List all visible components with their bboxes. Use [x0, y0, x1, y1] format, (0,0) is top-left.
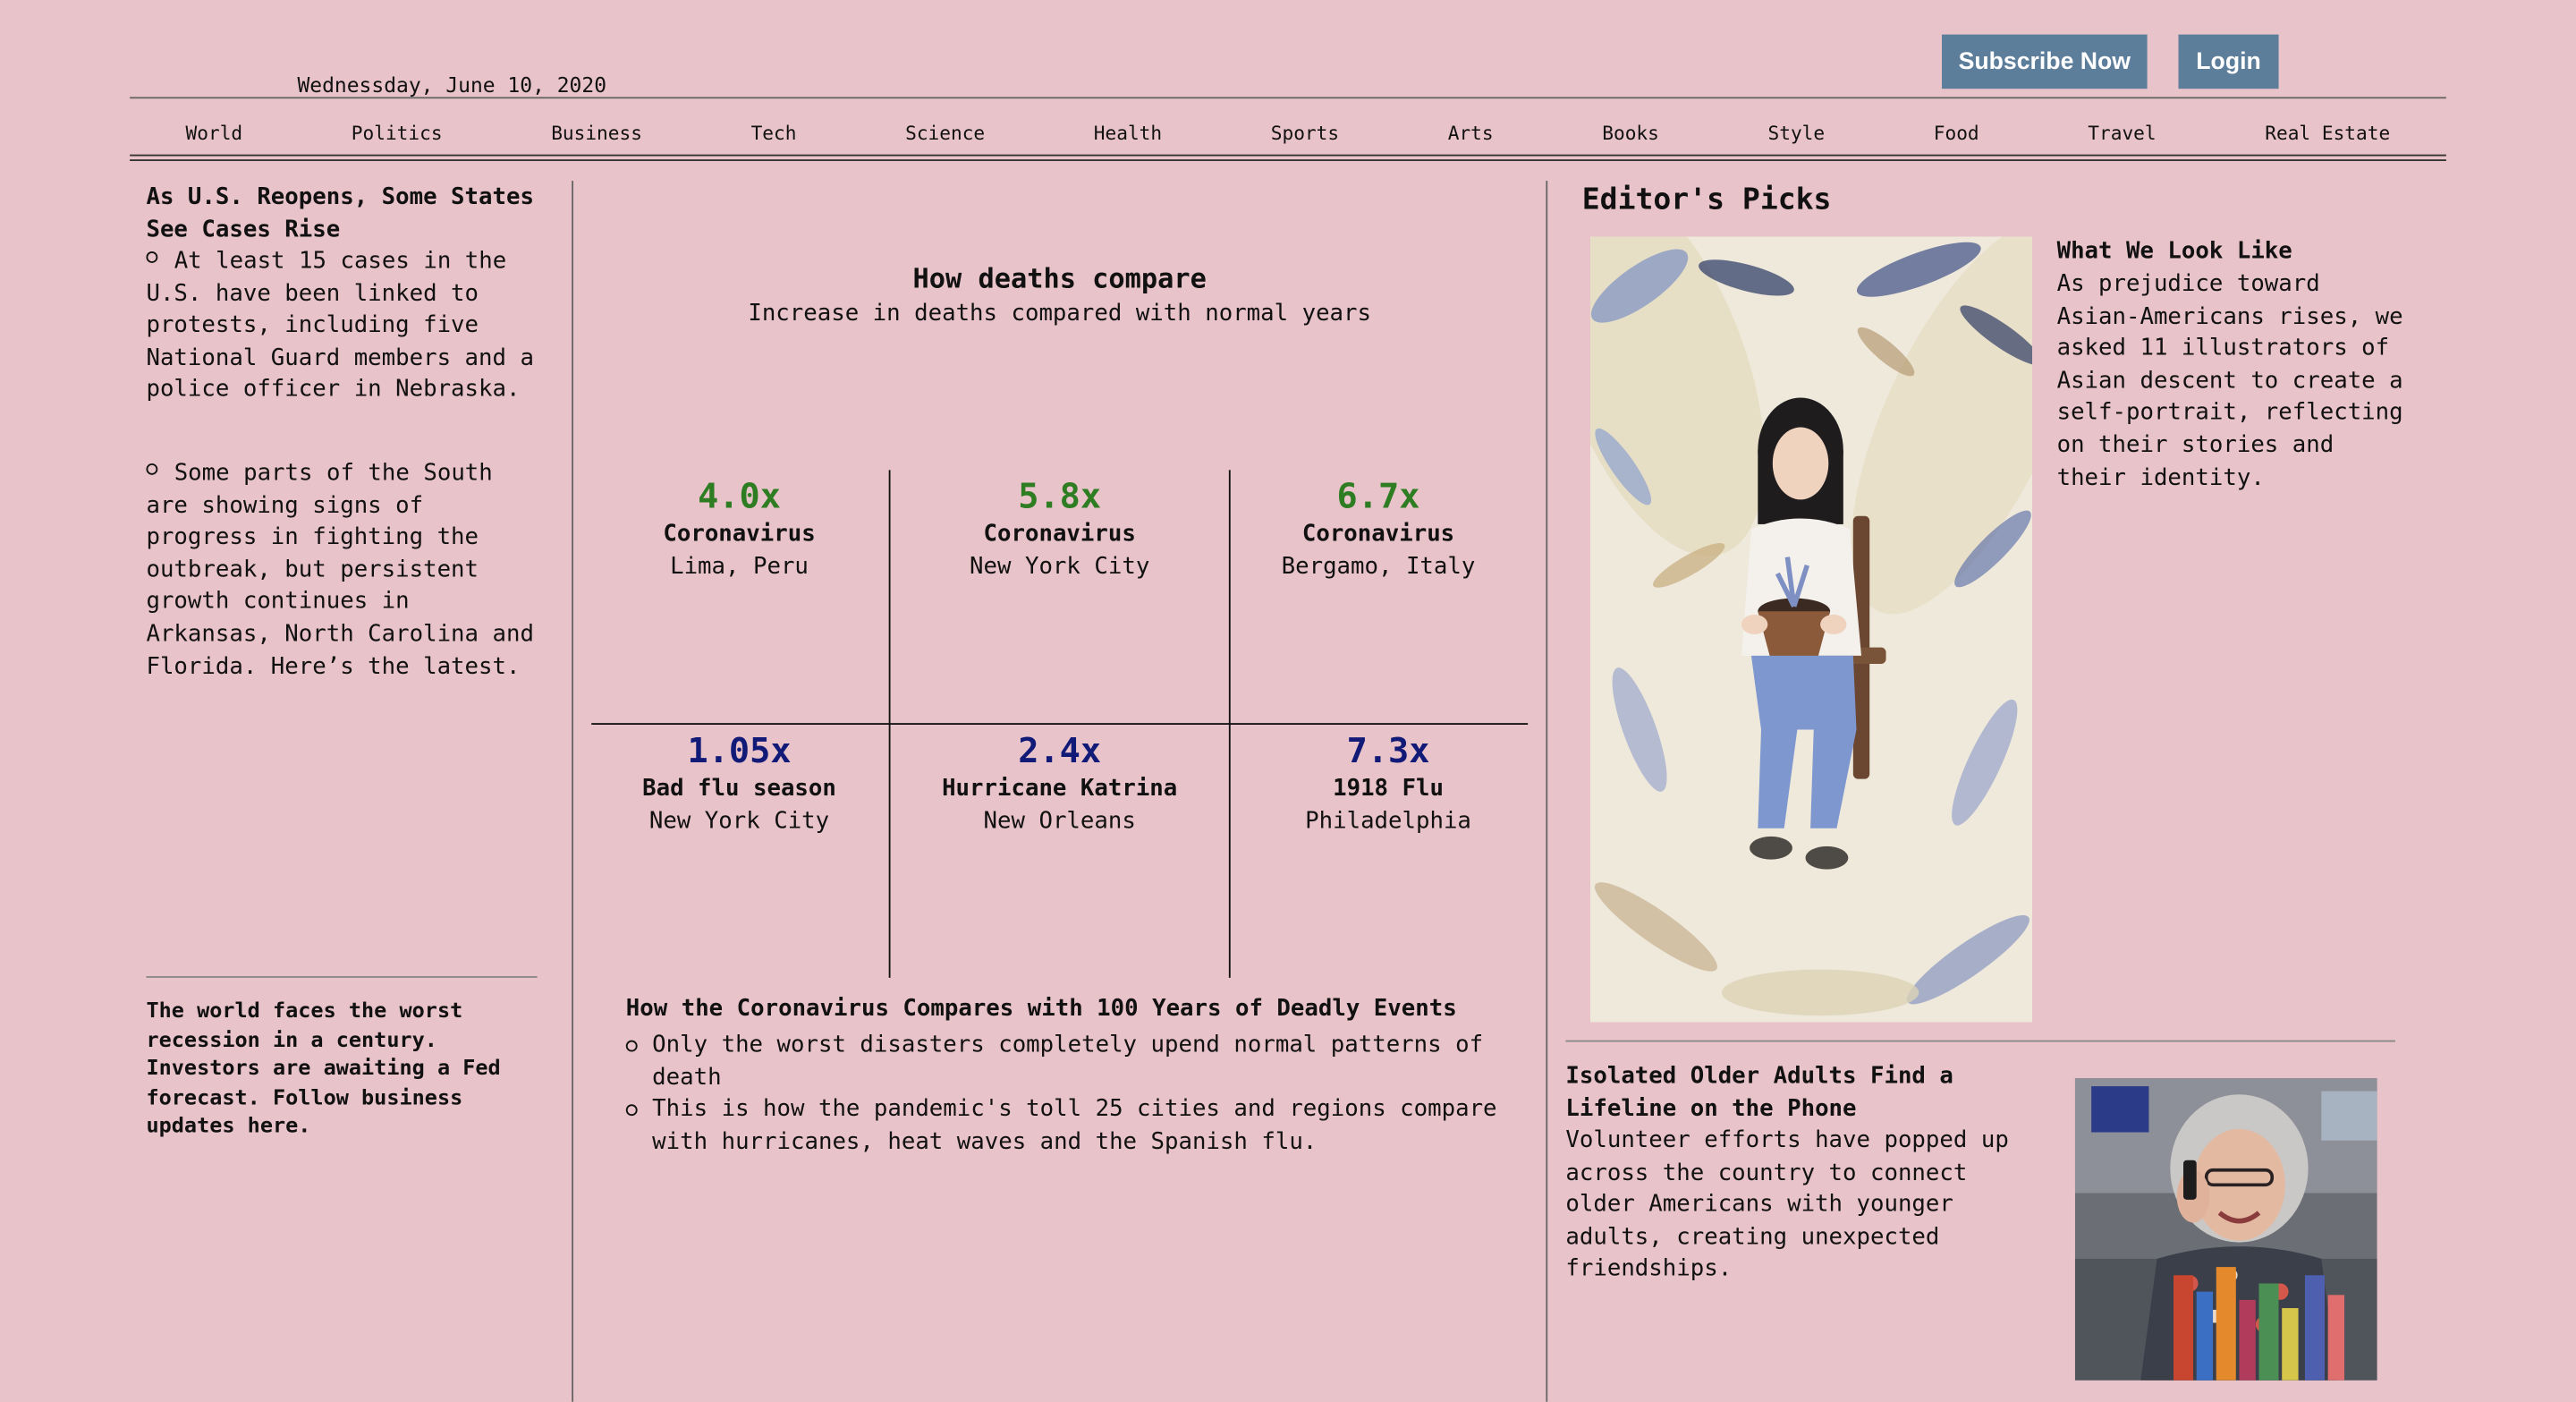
comparison-cell: 5.8x Coronavirus New York City — [920, 475, 1199, 583]
bullet-icon — [146, 251, 158, 263]
lead-story-bullet: Some parts of the South are showing sign… — [146, 460, 534, 680]
nav-item-travel[interactable]: Travel — [2088, 122, 2156, 145]
recession-brief[interactable]: The world faces the worst recession in a… — [146, 998, 540, 1142]
pick-headline-older-adults[interactable]: Isolated Older Adults Find a Lifeline on… — [1565, 1062, 2042, 1126]
nav-item-tech[interactable]: Tech — [751, 122, 797, 145]
chart-title: How deaths compare — [912, 262, 1207, 294]
comparison-location: New York City — [970, 553, 1150, 581]
lead-story-bullet-list-2: Some parts of the South are showing sign… — [146, 458, 540, 684]
pick-summary: As prejudice toward Asian-Americans rise… — [2056, 271, 2403, 491]
column-divider-left — [572, 181, 574, 1402]
nav-item-world[interactable]: World — [186, 122, 243, 145]
nav-item-real-estate[interactable]: Real Estate — [2265, 122, 2390, 145]
comparison-value: 5.8x — [1018, 476, 1102, 516]
nav-item-food[interactable]: Food — [1934, 122, 1979, 145]
comparison-location: New York City — [648, 808, 830, 836]
header-divider — [130, 97, 2446, 99]
comparison-label: Hurricane Katrina — [942, 775, 1178, 803]
nav-item-style[interactable]: Style — [1768, 122, 1826, 145]
lead-story-bullet: At least 15 cases in the U.S. have been … — [146, 248, 534, 404]
nav-item-books[interactable]: Books — [1602, 122, 1659, 145]
feature-bullet-list: Only the worst disasters completely upen… — [625, 1031, 1513, 1160]
comparison-cell: 2.4x Hurricane Katrina New Orleans — [920, 730, 1199, 838]
grid-hline — [591, 723, 1529, 725]
comparison-cell: 1.05x Bad flu season New York City — [599, 730, 878, 838]
illustration-image — [1589, 236, 2033, 1023]
section-nav: World Politics Business Tech Science Hea… — [130, 122, 2446, 145]
lead-story-bullet-list: At least 15 cases in the U.S. have been … — [146, 247, 540, 408]
nav-item-arts[interactable]: Arts — [1448, 122, 1494, 145]
nav-item-health[interactable]: Health — [1094, 122, 1162, 145]
comparison-location: Philadelphia — [1305, 808, 1471, 836]
comparison-label: Coronavirus — [983, 521, 1136, 548]
nav-item-science[interactable]: Science — [905, 122, 985, 145]
editors-picks-heading: Editor's Picks — [1581, 182, 1832, 217]
column-divider-right — [1546, 181, 1548, 1402]
comparison-location: New Orleans — [983, 808, 1136, 836]
page: Wednessday, June 10, 2020 Subscribe Now … — [0, 0, 2576, 1402]
comparison-cell: 4.0x Coronavirus Lima, Peru — [599, 475, 878, 583]
comparison-cell: 6.7x Coronavirus Bergamo, Italy — [1239, 475, 1518, 583]
bullet-icon — [146, 463, 158, 475]
pick-summary: Volunteer efforts have popped up across … — [1565, 1126, 2009, 1283]
comparison-location: Bergamo, Italy — [1281, 553, 1476, 581]
comparison-value: 6.7x — [1336, 476, 1420, 516]
feature-bullet: Only the worst disasters completely upen… — [625, 1031, 1513, 1095]
bullet-icon — [625, 1040, 638, 1052]
right-divider — [1565, 1040, 2395, 1042]
nav-rule-bottom — [130, 159, 2446, 161]
feature-headline[interactable]: How the Coronavirus Compares with 100 Ye… — [626, 996, 1457, 1022]
comparison-value: 2.4x — [1018, 731, 1102, 771]
subscribe-button[interactable]: Subscribe Now — [1942, 34, 2148, 89]
comparison-label: Bad flu season — [642, 775, 836, 803]
pick-headline-what-we-look-like[interactable]: What We Look Like — [2057, 238, 2292, 264]
bullet-icon — [625, 1104, 638, 1117]
comparison-value: 4.0x — [698, 476, 781, 516]
nav-item-business[interactable]: Business — [551, 122, 642, 145]
left-divider — [146, 976, 538, 978]
older-adult-phone-photo[interactable] — [2074, 1077, 2377, 1381]
comparison-label: Coronavirus — [1301, 521, 1455, 548]
nav-rule-top — [130, 154, 2446, 157]
chart-subtitle: Increase in deaths compared with normal … — [748, 301, 1372, 327]
comparison-cell: 7.3x 1918 Flu Philadelphia — [1249, 730, 1528, 838]
comparison-location: Lima, Peru — [670, 553, 809, 581]
feature-bullet: This is how the pandemic's toll 25 citie… — [625, 1095, 1513, 1160]
login-button[interactable]: Login — [2178, 34, 2279, 89]
comparison-value: 7.3x — [1346, 731, 1430, 771]
self-portrait-illustration[interactable] — [1589, 236, 2033, 1023]
photo-image — [2074, 1077, 2377, 1381]
nav-item-sports[interactable]: Sports — [1271, 122, 1339, 145]
comparison-value: 1.05x — [687, 731, 792, 771]
comparison-label: Coronavirus — [663, 521, 816, 548]
lead-story-headline[interactable]: As U.S. Reopens, Some States See Cases R… — [146, 183, 540, 247]
header-date: Wednessday, June 10, 2020 — [297, 72, 607, 98]
nav-item-politics[interactable]: Politics — [352, 122, 443, 145]
comparison-label: 1918 Flu — [1333, 775, 1444, 803]
